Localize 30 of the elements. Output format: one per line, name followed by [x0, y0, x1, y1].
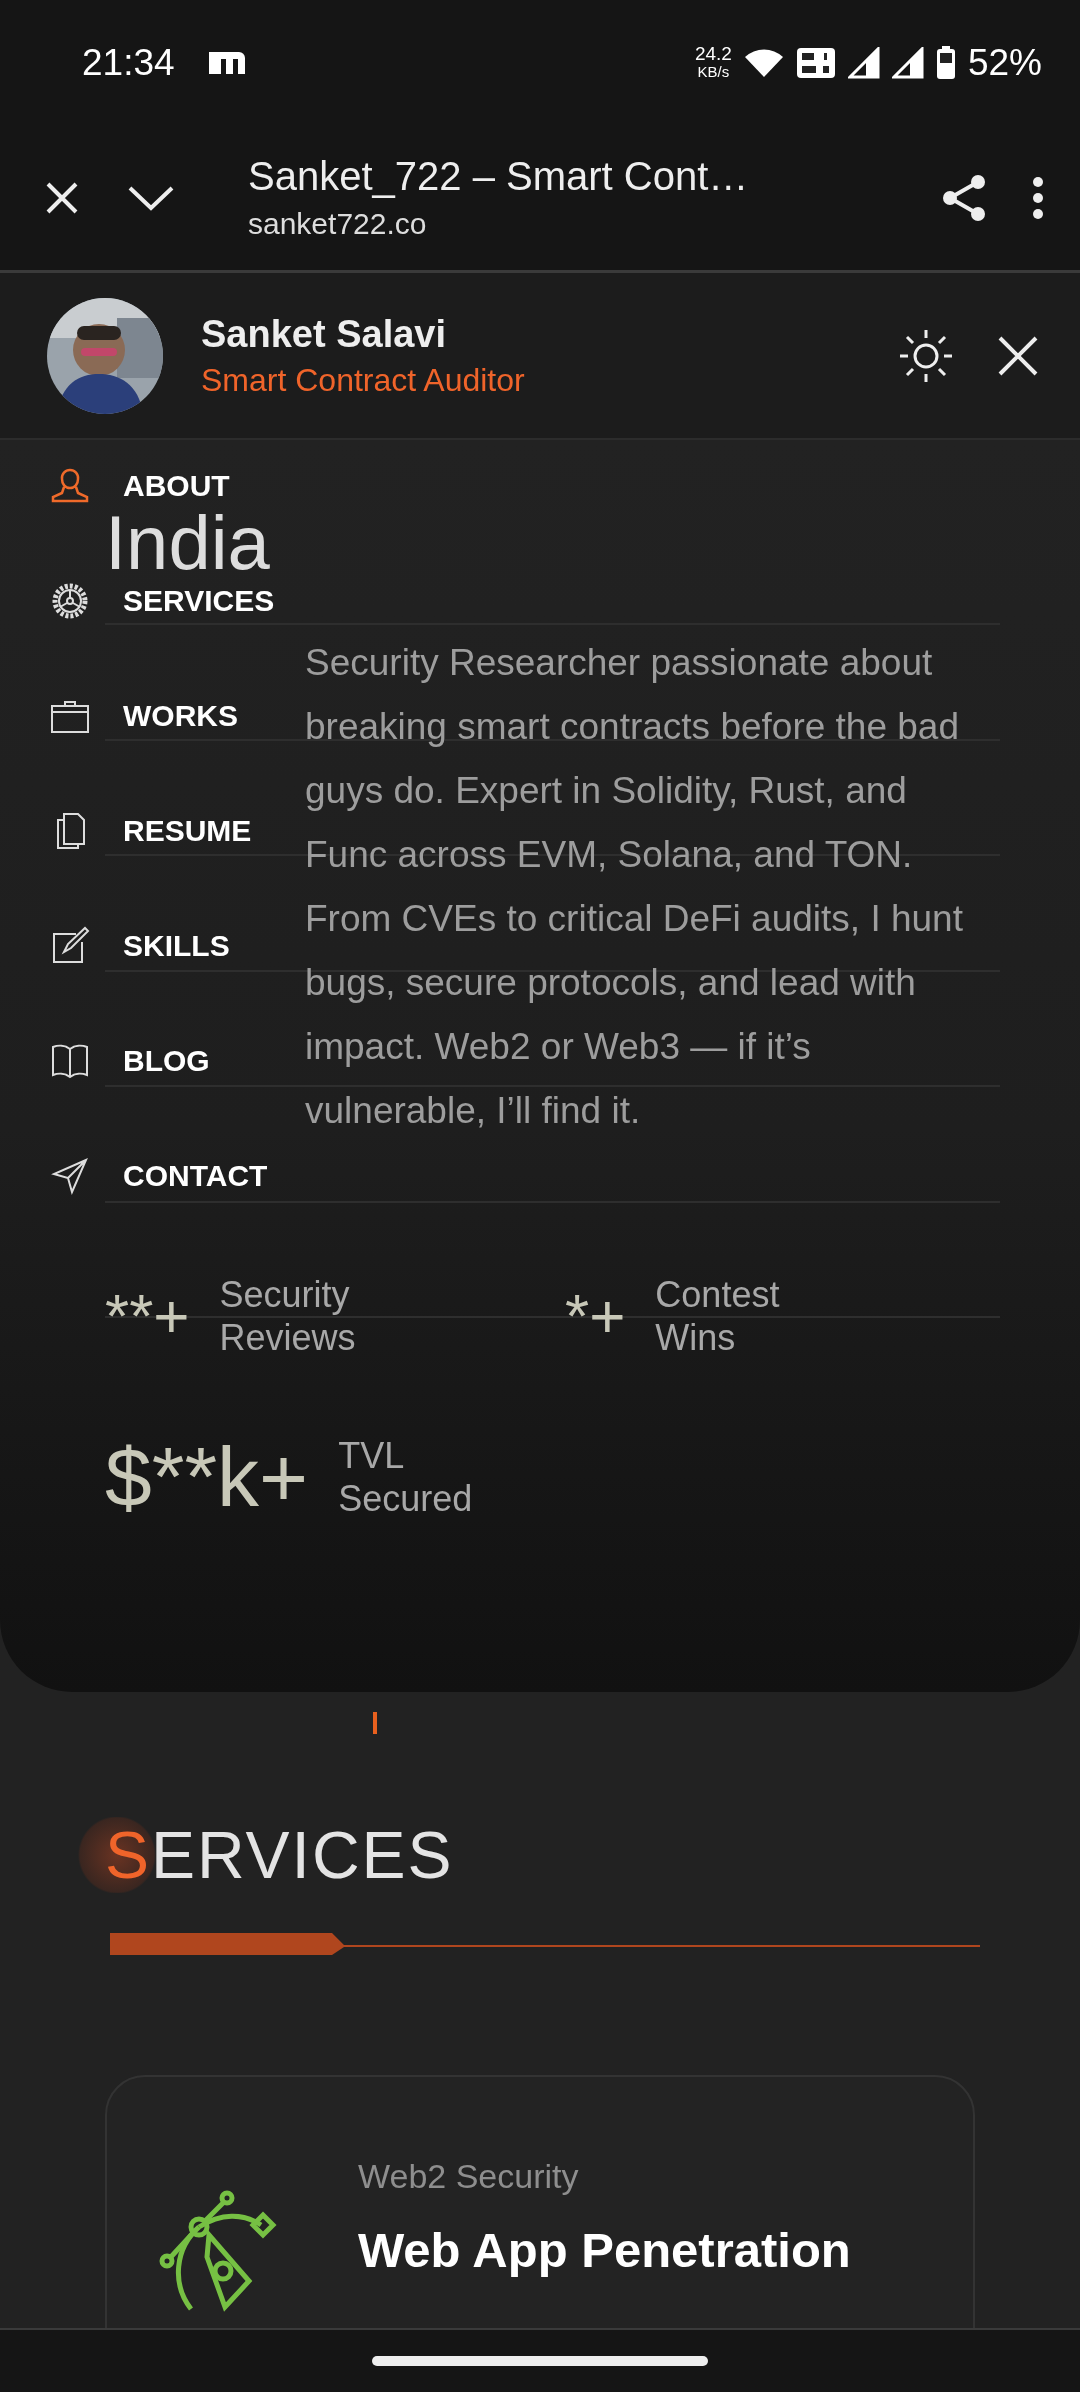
stat-label: TVL Secured: [338, 1434, 473, 1520]
stat-value: **+: [105, 1280, 190, 1351]
menu-item[interactable]: RESUME: [50, 811, 275, 851]
wifi-icon: [743, 47, 784, 78]
menu-item[interactable]: SKILLS: [50, 926, 275, 966]
status-time: 21:34: [82, 41, 175, 84]
network-speed: 24.2 KB/s: [694, 44, 732, 81]
stat-label: Contest Wins: [655, 1272, 780, 1359]
stat-label: Security Reviews: [219, 1272, 356, 1359]
profile-role: Smart Contract Auditor: [201, 361, 526, 399]
menu-item[interactable]: CONTACT: [50, 1156, 275, 1196]
profile-name: Sanket Salavi: [201, 312, 448, 356]
menu-item[interactable]: BLOG: [50, 1041, 275, 1081]
tick-mark: [373, 1712, 377, 1734]
battery-icon: [935, 45, 956, 80]
page-title: Sanket_722 – Smart Cont…: [248, 154, 750, 199]
battery-percent: 52%: [967, 41, 1042, 84]
stat-value: *+: [565, 1280, 626, 1351]
menu-item[interactable]: WORKS: [50, 696, 275, 736]
bio-text: Security Researcher passionate about breaking smart contracts before the bad guys do. Expert in Solidity, Rust, and Func across EVM, Solana, and TON. From CVEs to critical DeFi audits, I hunt bugs, secure protocols, and lead with impact. Web2 or Web3 — if it’s vulnerable, I’ll find it.: [305, 641, 963, 1131]
signal-icon: [847, 46, 880, 79]
stat-value: $**k+: [105, 1428, 309, 1526]
page-url: sanket722.co: [248, 207, 428, 241]
gear-icon: [50, 581, 90, 621]
signal-icon: [891, 46, 924, 79]
service-category: Web2 Security: [358, 2157, 580, 2196]
edit-icon: [50, 926, 90, 966]
send-icon: [50, 1156, 90, 1196]
service-title: Web App Penetration: [358, 2222, 851, 2278]
volte-icon: [795, 46, 836, 79]
